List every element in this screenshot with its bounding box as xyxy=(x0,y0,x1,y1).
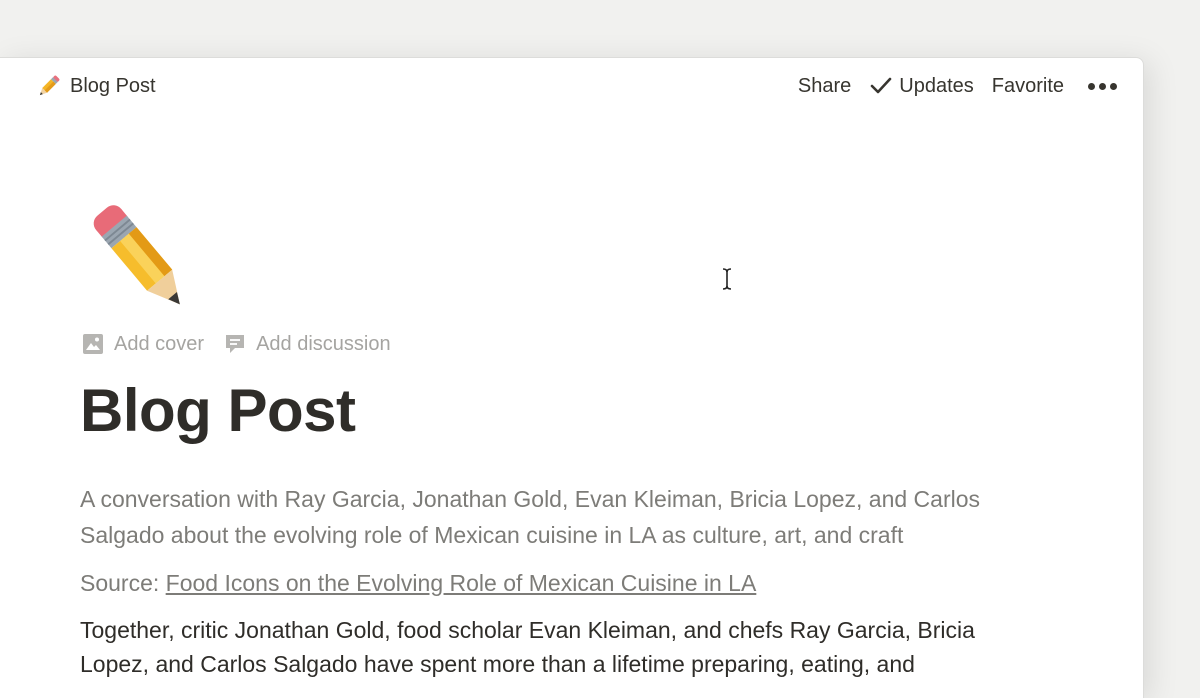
body-paragraph[interactable]: Together, critic Jonathan Gold, food sch… xyxy=(80,613,1000,681)
page-title[interactable]: Blog Post xyxy=(80,376,356,445)
topbar: Blog Post Share Updates Favorite xyxy=(0,58,1143,114)
dot xyxy=(1088,82,1095,90)
image-icon xyxy=(83,334,103,354)
page-window: Blog Post Share Updates Favorite Add cov… xyxy=(0,57,1144,698)
favorite-button[interactable]: Favorite xyxy=(986,71,1070,101)
more-dots-icon[interactable] xyxy=(1084,71,1121,101)
add-discussion-button[interactable]: Add discussion xyxy=(224,333,391,356)
pencil-icon xyxy=(34,71,64,101)
updates-button[interactable]: Updates xyxy=(863,71,980,101)
share-button[interactable]: Share xyxy=(792,71,857,101)
breadcrumb-label: Blog Post xyxy=(70,74,156,97)
page-controls: Add cover Add discussion xyxy=(82,328,411,360)
dot xyxy=(1099,82,1106,90)
pencil-icon xyxy=(78,205,204,325)
add-discussion-label: Add discussion xyxy=(256,332,391,355)
add-cover-label: Add cover xyxy=(114,332,205,355)
check-icon xyxy=(870,77,892,94)
source-link[interactable]: Food Icons on the Evolving Role of Mexic… xyxy=(166,570,757,596)
add-cover-button[interactable]: Add cover xyxy=(82,333,204,356)
source-prefix: Source: xyxy=(80,570,166,596)
updates-label: Updates xyxy=(899,74,974,97)
dot xyxy=(1110,82,1117,90)
comment-icon xyxy=(226,335,245,353)
page-icon[interactable] xyxy=(78,195,204,321)
source-line[interactable]: Source: Food Icons on the Evolving Role … xyxy=(80,565,756,601)
topbar-actions: Share Updates Favorite xyxy=(786,71,1121,101)
text-cursor-icon xyxy=(722,268,732,290)
page-subtitle[interactable]: A conversation with Ray Garcia, Jonathan… xyxy=(80,481,1000,553)
breadcrumb[interactable]: Blog Post xyxy=(30,71,160,101)
